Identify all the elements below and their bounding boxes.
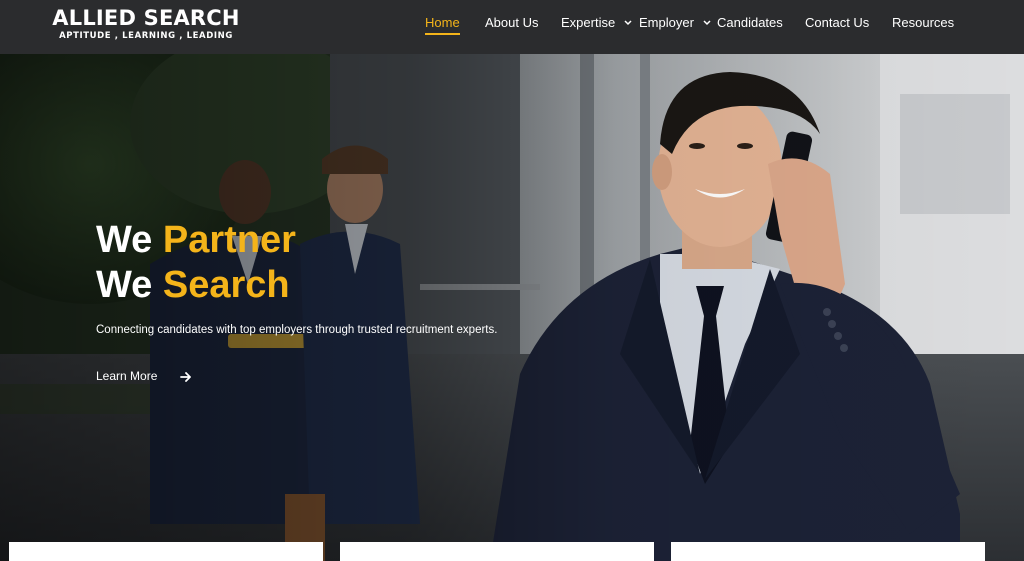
nav-employer-label: Employer [639, 15, 694, 30]
headline-line1-prefix: We [96, 219, 153, 261]
chevron-down-icon [703, 20, 711, 26]
nav-resources[interactable]: Resources [892, 15, 954, 37]
headline-line1-accent: Partner [162, 219, 296, 261]
site-logo[interactable]: ALLIED SEARCH APTITUDE , LEARNING , LEAD… [40, 7, 252, 41]
nav-resources-label: Resources [892, 15, 955, 30]
nav-about-us[interactable]: About Us [485, 15, 538, 37]
feature-card-1[interactable] [9, 542, 323, 561]
learn-more-link[interactable]: Learn More [96, 369, 157, 383]
nav-home[interactable]: Home [425, 15, 460, 37]
arrow-right-icon[interactable] [180, 371, 192, 383]
nav-expertise[interactable]: Expertise [561, 15, 632, 37]
logo-name: ALLIED SEARCH [52, 6, 240, 30]
hero-subtext: Connecting candidates with top employers… [96, 324, 498, 336]
nav-contact-us-label: Contact Us [805, 15, 870, 30]
logo-tagline: APTITUDE , LEARNING , LEADING [59, 31, 233, 41]
headline-line2-accent: Search [162, 264, 290, 306]
headline-line-2: We Search [96, 263, 296, 308]
chevron-down-icon [624, 20, 632, 26]
feature-card-2[interactable] [340, 542, 654, 561]
nav-home-label: Home [425, 15, 460, 30]
nav-expertise-label: Expertise [561, 15, 616, 30]
site-header: ALLIED SEARCH APTITUDE , LEARNING , LEAD… [0, 0, 1024, 54]
feature-card-3[interactable] [671, 542, 985, 561]
headline-line2-prefix: We [96, 264, 153, 306]
nav-candidates-label: Candidates [717, 15, 783, 30]
hero-section: We Partner We Search Connecting candidat… [0, 54, 1024, 561]
nav-contact-us[interactable]: Contact Us [805, 15, 869, 37]
headline-line-1: We Partner [96, 218, 296, 263]
active-underline [425, 33, 460, 35]
nav-candidates[interactable]: Candidates [717, 15, 783, 37]
nav-employer[interactable]: Employer [639, 15, 711, 37]
hero-headline: We Partner We Search [96, 218, 296, 308]
nav-about-us-label: About Us [485, 15, 539, 30]
